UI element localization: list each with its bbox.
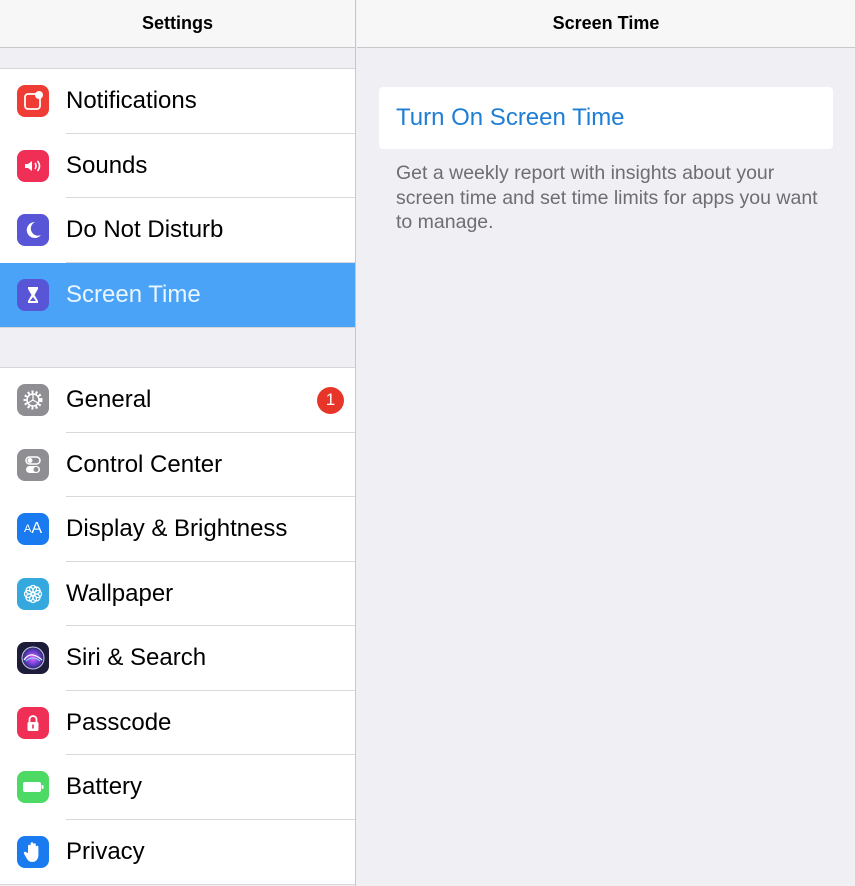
sidebar-item-label: Wallpaper [66, 579, 174, 607]
battery-icon [17, 771, 49, 804]
sidebar-item-label: Siri & Search [66, 644, 207, 672]
sidebar-item-passcode[interactable]: Passcode [0, 691, 355, 755]
detail-title: Screen Time [552, 13, 660, 33]
toggles-icon [17, 448, 49, 481]
sidebar-item-screen-time[interactable]: Screen Time [0, 262, 355, 327]
sidebar-item-do-not-disturb[interactable]: Do Not Disturb [0, 198, 355, 263]
text-size-icon: AA [17, 513, 49, 546]
sidebar-title: Settings [141, 13, 213, 33]
sidebar-item-label: Battery [66, 773, 143, 801]
sidebar-navbar: Settings [0, 0, 355, 48]
sidebar-item-display-brightness[interactable]: AA Display & Brightness [0, 497, 355, 562]
sidebar-item-label: Screen Time [66, 280, 201, 308]
sidebar-item-label: Passcode [66, 708, 172, 736]
hand-icon [17, 835, 49, 868]
lock-icon [17, 706, 49, 739]
detail-pane: Screen Time Turn On Screen Time Get a we… [357, 0, 855, 886]
sidebar-item-siri-search[interactable]: Siri & Search [0, 626, 355, 691]
settings-group-2: General 1 Control Center AA Display & Br… [0, 367, 355, 885]
gear-icon [17, 384, 49, 417]
sounds-icon [17, 149, 49, 182]
settings-group-1: Notifications Sounds Do Not Disturb Scre… [0, 68, 355, 328]
screen-time-description: Get a weekly report with insights about … [396, 162, 818, 233]
siri-icon [17, 642, 49, 675]
sidebar-item-wallpaper[interactable]: Wallpaper [0, 562, 355, 626]
sidebar-item-label: Do Not Disturb [66, 216, 224, 244]
sidebar-item-label: Display & Brightness [66, 515, 288, 543]
sidebar-item-sounds[interactable]: Sounds [0, 134, 355, 198]
sidebar-item-label: Notifications [66, 87, 197, 115]
settings-app: Settings Notifications Sounds Do Not Dis… [0, 0, 855, 886]
sidebar-item-label: Sounds [66, 151, 148, 179]
sidebar-item-label: General [66, 386, 152, 414]
sidebar-item-notifications[interactable]: Notifications [0, 69, 355, 134]
sidebar-item-label: Control Center [66, 450, 223, 478]
sidebar-item-label: Privacy [66, 837, 145, 865]
detail-navbar: Screen Time [357, 0, 855, 48]
turn-on-screen-time-button[interactable]: Turn On Screen Time [379, 87, 833, 149]
sidebar-item-general[interactable]: General 1 [0, 368, 355, 433]
sidebar-item-battery[interactable]: Battery [0, 755, 355, 820]
hourglass-icon [17, 278, 49, 311]
notifications-icon [17, 85, 49, 118]
sidebar-item-privacy[interactable]: Privacy [0, 820, 355, 885]
notification-badge: 1 [317, 386, 344, 414]
settings-sidebar: Settings Notifications Sounds Do Not Dis… [0, 0, 356, 886]
moon-icon [17, 214, 49, 247]
flower-icon [17, 577, 49, 610]
sidebar-item-control-center[interactable]: Control Center [0, 433, 355, 497]
turn-on-screen-time-label: Turn On Screen Time [396, 104, 625, 131]
